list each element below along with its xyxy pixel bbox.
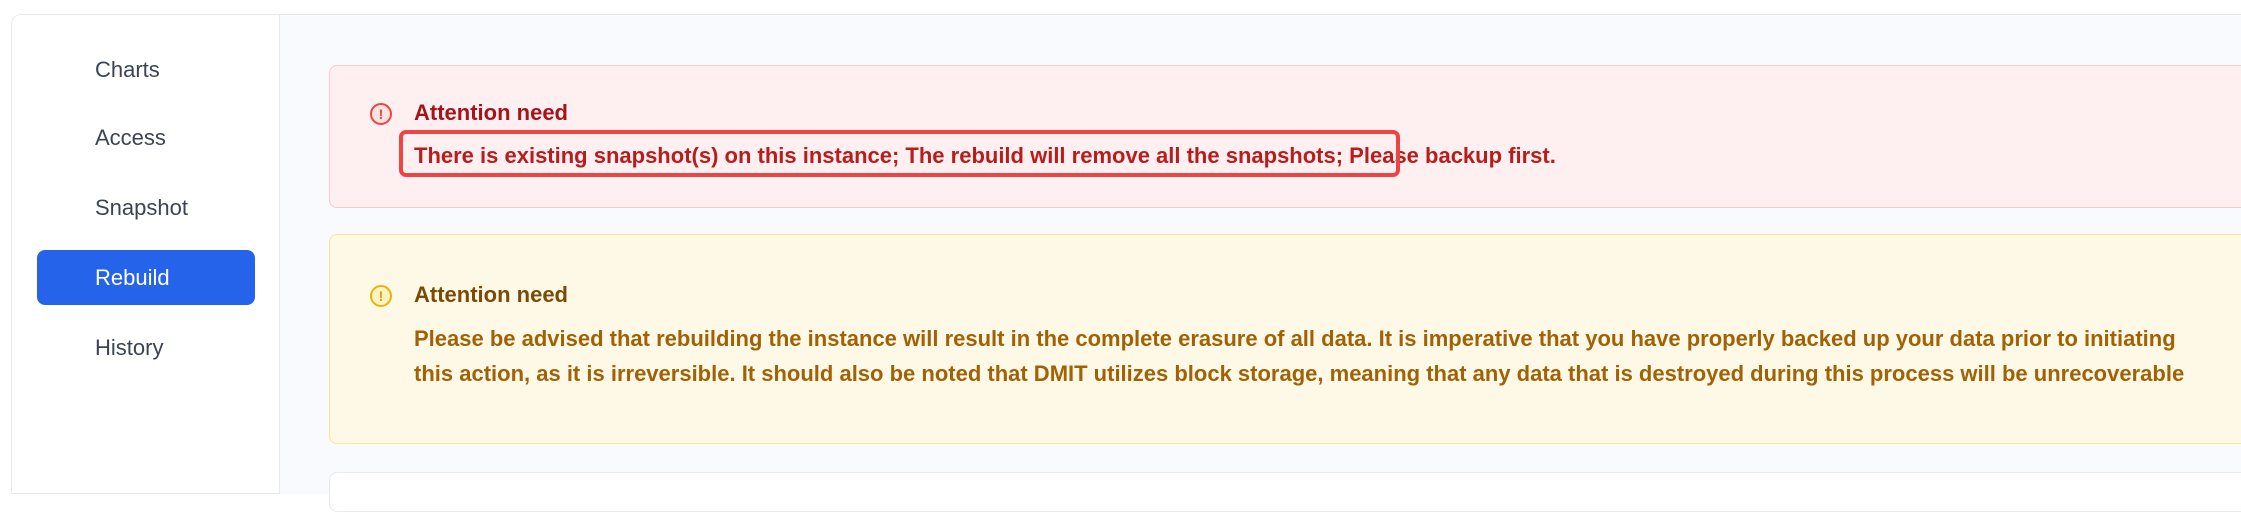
sidebar-item-access[interactable]: Access	[37, 110, 255, 165]
exclamation-circle-icon: !	[370, 285, 392, 307]
alert-message: Please be advised that rebuilding the in…	[414, 326, 2185, 386]
sidebar-item-history[interactable]: History	[37, 320, 255, 375]
rebuild-form-card	[329, 472, 2241, 512]
sidebar-item-snapshot[interactable]: Snapshot	[37, 180, 255, 235]
highlight-annotation-box	[399, 130, 1400, 177]
sidebar: Charts Access Snapshot Rebuild History	[11, 14, 280, 494]
sidebar-item-charts[interactable]: Charts	[37, 42, 255, 97]
alert-title: Attention need	[414, 282, 568, 307]
exclamation-circle-icon: !	[370, 103, 392, 125]
main-content: ! Attention need There is existing snaps…	[280, 14, 2241, 512]
alert-title: Attention need	[414, 100, 568, 125]
sidebar-item-rebuild[interactable]: Rebuild	[37, 250, 255, 305]
data-erasure-warning-alert: ! Attention need Please be advised that …	[329, 234, 2241, 444]
